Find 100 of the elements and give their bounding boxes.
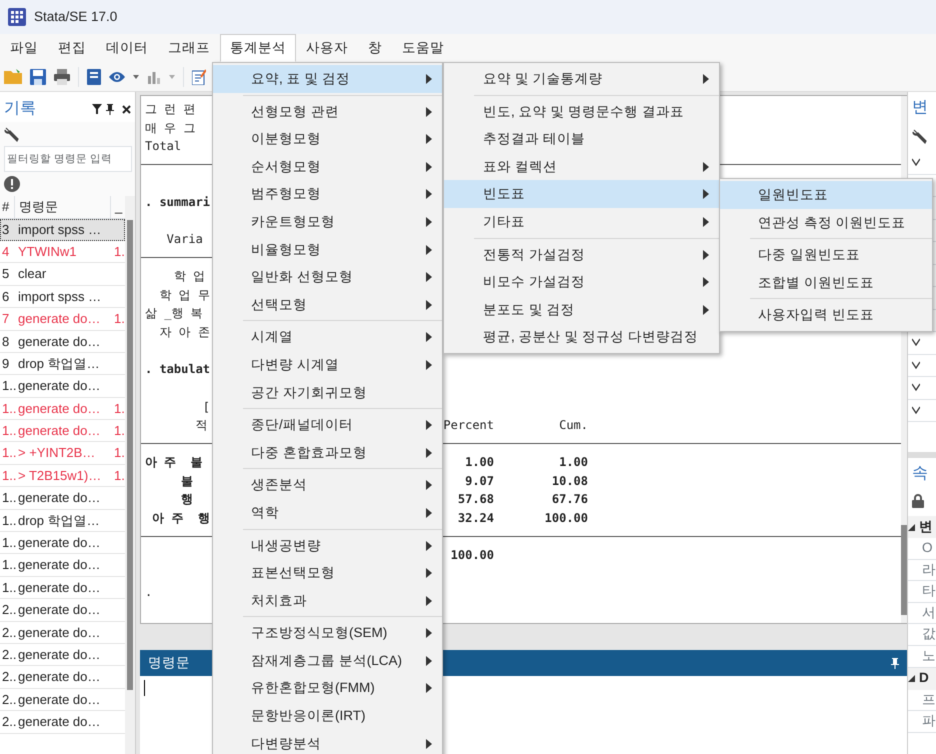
history-row[interactable]: 1..generate do…: [0, 576, 125, 600]
history-row[interactable]: 2..generate do…: [0, 688, 125, 712]
column-header[interactable]: 명령문: [14, 196, 110, 218]
menu-item[interactable]: 비모수 가설검정: [444, 268, 719, 296]
pin-icon[interactable]: [106, 104, 114, 114]
notebook-icon[interactable]: [87, 68, 101, 84]
history-row[interactable]: 1..> +YINT2B… 1.: [0, 442, 125, 465]
menu-item[interactable]: 범주형모형: [213, 180, 442, 208]
menu-item[interactable]: 기타표: [444, 208, 719, 236]
bar-chart-icon[interactable]: [147, 70, 161, 84]
lock-icon[interactable]: [912, 494, 924, 508]
history-row[interactable]: 1..generate do…: [0, 532, 125, 554]
collapse-icon[interactable]: [908, 524, 915, 530]
menu-item[interactable]: 편집: [48, 34, 96, 62]
menu-item[interactable]: 사용자입력 빈도표: [720, 301, 932, 329]
edit-icon[interactable]: [192, 68, 206, 84]
history-row[interactable]: 7 generate do… 1.: [0, 308, 125, 331]
menu-item[interactable]: 추정결과 테이블: [444, 125, 719, 153]
menu-item[interactable]: 다변량분석: [213, 730, 442, 754]
check-icon: [912, 406, 920, 414]
menu-item[interactable]: 선택모형: [213, 290, 442, 318]
menu-item[interactable]: 연관성 측정 이원빈도표: [720, 208, 932, 236]
history-row[interactable]: 4 YTWINw1 1.: [0, 240, 125, 264]
menu-item[interactable]: 공간 자기회귀모형: [213, 378, 442, 406]
history-row[interactable]: 1..> T2B15w1)… 1.: [0, 464, 125, 488]
scrollbar-thumb[interactable]: [126, 220, 133, 690]
close-icon[interactable]: [122, 104, 131, 114]
save-icon[interactable]: [30, 68, 46, 84]
submenu-arrow-icon: [426, 628, 432, 638]
menu-item[interactable]: 데이터: [96, 34, 158, 62]
column-header[interactable]: #: [0, 196, 14, 218]
menu-item[interactable]: 그래프: [158, 34, 220, 62]
history-row[interactable]: 8 generate do…: [0, 330, 125, 353]
caret-icon[interactable]: [133, 74, 139, 78]
menu-item[interactable]: 다중 일원빈도표: [720, 241, 932, 269]
menu-item[interactable]: 처치효과: [213, 586, 442, 614]
menu-item[interactable]: 일반화 선형모형: [213, 263, 442, 291]
wrench-icon[interactable]: [4, 126, 20, 142]
menu-item[interactable]: 빈도, 요약 및 명령문수행 결과표: [444, 98, 719, 126]
history-row[interactable]: 1..generate do…: [0, 554, 125, 577]
menu-item[interactable]: 이분형모형: [213, 125, 442, 153]
menu-item[interactable]: 빈도표: [444, 180, 719, 208]
output-text: 적: [194, 418, 208, 432]
menu-item[interactable]: 사용자: [296, 34, 358, 62]
history-row[interactable]: 1..drop 학업열…: [0, 510, 125, 532]
history-row[interactable]: 6 import spss …: [0, 286, 125, 308]
menu-item[interactable]: 파일: [0, 34, 48, 62]
menu-item[interactable]: 통계분석: [220, 34, 296, 62]
menu-item[interactable]: 문항반응이론(IRT): [213, 702, 442, 730]
history-row[interactable]: 1..generate do…: [0, 487, 125, 510]
menu-item[interactable]: 다변량 시계열: [213, 350, 442, 379]
history-row[interactable]: 1..generate do… 1.: [0, 398, 125, 420]
menu-item[interactable]: 표본선택모형: [213, 559, 442, 587]
warning-icon[interactable]: [4, 176, 20, 192]
menu-item[interactable]: 요약 및 기술통계량: [444, 65, 719, 93]
menu-item[interactable]: 평균, 공분산 및 정규성 다변량검정: [444, 323, 719, 351]
check-icon: [912, 338, 920, 346]
menu-item[interactable]: 잠재계층그룹 분석(LCA): [213, 646, 442, 674]
column-header[interactable]: _: [110, 196, 122, 218]
menu-item[interactable]: 도움말: [392, 34, 454, 62]
wrench-icon[interactable]: [912, 128, 928, 144]
menu-item[interactable]: 비율형모형: [213, 236, 442, 264]
menu-item[interactable]: 생존분석: [213, 471, 442, 499]
menu-item[interactable]: 내생공변량: [213, 532, 442, 560]
menu-item[interactable]: 일원빈도표: [720, 181, 932, 209]
history-row[interactable]: 2..generate do…: [0, 711, 125, 734]
history-row[interactable]: 1..generate do… 1.: [0, 420, 125, 442]
menu-item[interactable]: 표와 컬렉션: [444, 152, 719, 180]
menu-item[interactable]: 요약, 표 및 검정: [213, 65, 442, 93]
check-icon: [912, 383, 920, 392]
filter-field[interactable]: 필터링할 명령문 입력: [4, 146, 132, 172]
history-row[interactable]: 1..generate do…: [0, 375, 125, 398]
history-row[interactable]: 5 clear: [0, 263, 125, 286]
scrollbar-thumb[interactable]: [901, 525, 907, 615]
history-row[interactable]: 2..generate do…: [0, 599, 125, 622]
history-row[interactable]: 9 drop 학업열…: [0, 352, 125, 376]
pin-icon[interactable]: [891, 658, 899, 669]
history-row[interactable]: 3 import spss …: [0, 218, 125, 241]
menu-item[interactable]: 창: [358, 34, 392, 62]
menu-item[interactable]: 조합별 이원빈도표: [720, 268, 932, 296]
menu-item[interactable]: 시계열: [213, 323, 442, 351]
history-row[interactable]: 2..generate do…: [0, 666, 125, 689]
menu-item[interactable]: 역학: [213, 498, 442, 526]
menu-item[interactable]: 선형모형 관련: [213, 98, 442, 126]
menu-item[interactable]: 전통적 가설검정: [444, 240, 719, 268]
print-icon[interactable]: [54, 68, 70, 84]
menu-item[interactable]: 순서형모형: [213, 152, 442, 180]
history-row[interactable]: 2..generate do…: [0, 644, 125, 666]
menu-item[interactable]: 다중 혼합효과모형: [213, 438, 442, 466]
submenu-arrow-icon: [426, 216, 432, 227]
history-row[interactable]: 2..generate do…: [0, 622, 125, 644]
menu-item[interactable]: 카운트형모형: [213, 208, 442, 236]
eye-icon[interactable]: [109, 70, 125, 82]
panel-title: 변: [911, 98, 929, 118]
output-text: 그 런 편: [145, 102, 196, 116]
menu-item[interactable]: 구조방정식모형(SEM): [213, 619, 442, 647]
menu-item[interactable]: 분포도 및 검정: [444, 296, 719, 324]
menu-item[interactable]: 종단/패널데이터: [213, 411, 442, 439]
menu-item[interactable]: 유한혼합모형(FMM): [213, 674, 442, 702]
filter-icon[interactable]: [92, 104, 102, 114]
